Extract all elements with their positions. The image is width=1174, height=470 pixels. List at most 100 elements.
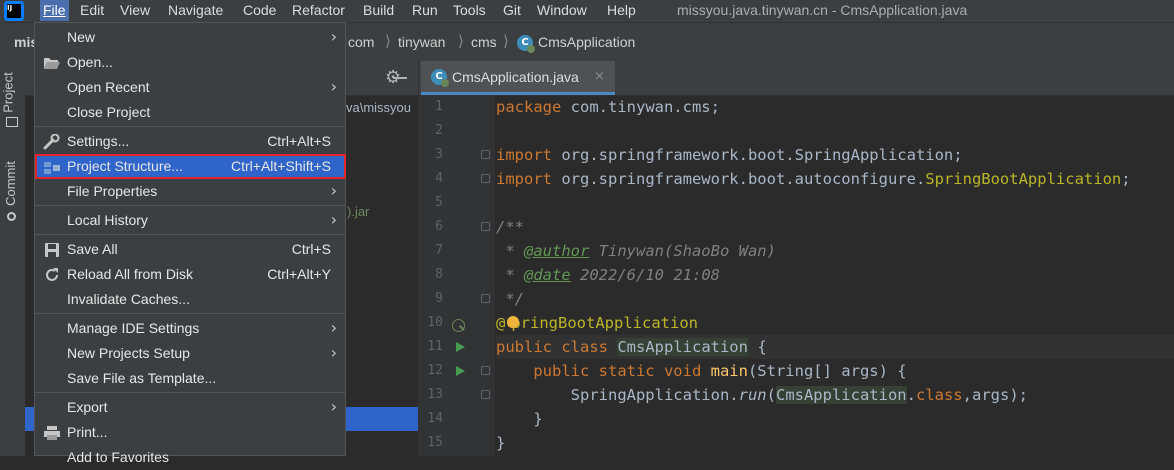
tree-node-path[interactable]: va\missyou [346,100,411,115]
spring-class-icon: C [431,69,449,87]
code-line: * @date 2022/6/10 21:08 [496,266,720,284]
editor: C CmsApplication.java × 1 2 3 4 5 6 7 8 … [393,61,1174,456]
window-title: missyou.java.tinywan.cn - CmsApplication… [677,2,968,18]
fold-icon[interactable] [481,174,490,183]
line-number: 13 [427,387,443,402]
menu-item-new[interactable]: New › [35,26,345,50]
menu-code[interactable]: Code [240,0,279,21]
fold-icon[interactable] [481,366,490,375]
line-number: 7 [435,243,443,258]
fold-icon[interactable] [481,390,490,399]
code-line: import org.springframework.boot.autoconf… [496,170,1131,188]
line-number: 10 [427,315,443,330]
menu-help[interactable]: Help [604,0,639,21]
intellij-logo-icon: IJ [4,1,24,21]
menu-separator [35,234,345,235]
editor-tab-bar: C CmsApplication.java × [393,61,1174,96]
chevron-right-icon: ⟩ [458,32,464,50]
code-line: } [496,434,506,452]
menu-item-save-as-template[interactable]: Save File as Template... [35,367,345,391]
close-icon[interactable]: × [594,69,605,84]
chevron-right-icon: ⟩ [385,32,391,50]
code-line: SpringApplication.run(CmsApplication.cla… [570,386,1028,404]
tree-node-jar[interactable]: ).jar [347,204,369,219]
menu-separator [35,126,345,127]
menu-item-print[interactable]: Print... [35,421,345,445]
line-number: 5 [435,195,443,210]
menu-item-settings[interactable]: Settings... Ctrl+Alt+S [35,130,345,154]
code-line: * @author Tinywan(ShaoBo Wan) [496,242,776,260]
menu-item-invalidate-caches[interactable]: Invalidate Caches... [35,288,345,312]
editor-tab-label: CmsApplication.java [452,69,579,85]
menu-separator [35,392,345,393]
menu-item-save-all[interactable]: Save All Ctrl+S [35,238,345,262]
line-number: 8 [435,267,443,282]
menu-item-manage-ide-settings[interactable]: Manage IDE Settings › [35,317,345,341]
menu-item-reload-all[interactable]: Reload All from Disk Ctrl+Alt+Y [35,263,345,287]
menu-build[interactable]: Build [360,0,397,21]
menu-edit[interactable]: Edit [77,0,107,21]
chevron-right-icon: › [330,77,337,96]
commit-icon [7,212,16,221]
menu-file[interactable]: File [40,0,69,21]
line-number: 14 [427,411,443,426]
editor-tab-cmsapplication[interactable]: C CmsApplication.java × [421,61,615,95]
code-line: public static void main(String[] args) { [533,362,907,380]
folder-open-icon [43,55,61,71]
menu-window[interactable]: Window [534,0,590,21]
code-line-current: public class CmsApplication { [496,335,1174,359]
breadcrumb-item[interactable]: cms [471,34,497,50]
line-number: 1 [435,99,443,114]
menu-tools[interactable]: Tools [450,0,489,21]
fold-icon[interactable] [481,150,490,159]
menu-item-open-recent[interactable]: Open Recent › [35,76,345,100]
menu-refactor[interactable]: Refactor [289,0,348,21]
menu-item-local-history[interactable]: Local History › [35,209,345,233]
lightbulb-icon[interactable] [507,316,519,328]
save-icon [43,242,61,258]
code-line: @ pringBootApplication [496,314,698,332]
menu-git[interactable]: Git [500,0,524,21]
line-number: 6 [435,219,443,234]
tool-window-strip: Project Commit [0,61,26,456]
refresh-icon [43,267,61,283]
highlight-annotation-box [35,154,346,179]
printer-icon [43,425,61,441]
menu-item-export[interactable]: Export › [35,396,345,420]
chevron-right-icon: › [330,343,337,362]
menu-item-close-project[interactable]: Close Project [35,101,345,125]
menu-item-add-to-favorites[interactable]: Add to Favorites [35,446,345,470]
code-line: package com.tinywan.cms; [496,98,720,116]
minimize-icon[interactable] [393,77,407,79]
chevron-right-icon: › [330,181,337,200]
code-line: } [496,410,543,428]
run-icon[interactable] [456,366,465,376]
breadcrumb-item[interactable]: tinywan [398,34,445,50]
spring-class-icon: C [517,35,535,53]
spring-bean-icon[interactable] [452,319,465,332]
menu-view[interactable]: View [117,0,153,21]
menu-item-file-properties[interactable]: File Properties › [35,180,345,204]
code-area[interactable]: package com.tinywan.cms; import org.spri… [496,95,1174,456]
menu-separator [35,205,345,206]
fold-icon[interactable] [481,222,490,231]
code-line: /** [496,218,524,236]
chevron-right-icon: › [330,27,337,46]
line-number: 11 [427,339,443,354]
commit-tool-tab[interactable]: Commit [0,156,25,226]
line-number: 4 [435,171,443,186]
fold-icon[interactable] [481,294,490,303]
folder-icon [6,117,18,127]
menu-item-open[interactable]: Open... [35,51,345,75]
breadcrumb-item[interactable]: CmsApplication [538,34,635,50]
chevron-right-icon: › [330,210,337,229]
project-tool-tab[interactable]: Project [0,67,25,127]
menu-item-new-projects-setup[interactable]: New Projects Setup › [35,342,345,366]
breadcrumb-item[interactable]: com [348,34,374,50]
run-icon[interactable] [456,342,465,352]
menu-run[interactable]: Run [409,0,441,21]
line-number: 3 [435,147,443,162]
menu-navigate[interactable]: Navigate [165,0,226,21]
line-number: 12 [427,363,443,378]
editor-gutter: 1 2 3 4 5 6 7 8 9 10 11 12 13 14 15 [419,95,495,456]
